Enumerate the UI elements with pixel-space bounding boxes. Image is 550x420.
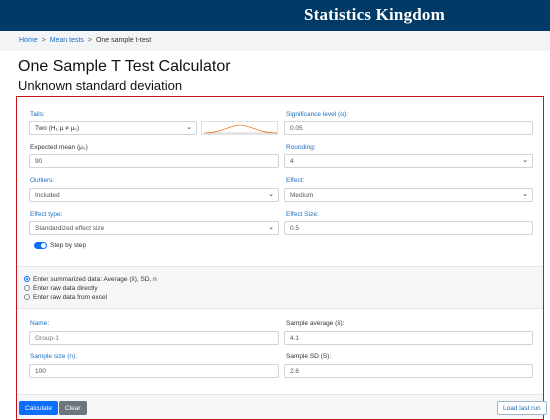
tails-value: Two (H₁:μ ≠ μ₀) (35, 125, 80, 132)
breadcrumb-current: One sample t-test (95, 37, 152, 44)
breadcrumb-separator: > (87, 37, 92, 44)
breadcrumb-mean-tests-link[interactable]: Mean tests (50, 37, 84, 44)
radio-excel-label: Enter raw data from excel (33, 294, 108, 301)
outliers-value: Included (35, 192, 60, 199)
effect-value: Medium (290, 192, 314, 199)
step-by-step-toggle[interactable] (34, 242, 47, 249)
radio-checked-icon (24, 276, 30, 282)
sample-sd-label: Sample SD (S): (286, 353, 332, 360)
rounding-value: 4 (290, 158, 294, 165)
tails-select[interactable]: Two (H₁:μ ≠ μ₀) ⌄ (29, 121, 197, 135)
action-band (17, 395, 543, 419)
sample-size-label: Sample size (n): (30, 353, 77, 360)
chevron-down-icon: ⌄ (186, 124, 192, 131)
clear-button[interactable]: Clear (59, 401, 87, 415)
effect-size-label: Effect Size: (286, 211, 319, 218)
breadcrumb: Home > Mean tests > One sample t-test (19, 37, 151, 44)
outliers-label: Outliers: (30, 177, 55, 184)
sample-size-input[interactable]: 100 (29, 364, 279, 378)
page-subtitle: Unknown standard deviation (18, 78, 183, 93)
sample-average-value: 4.1 (290, 335, 300, 342)
site-title[interactable]: Statistics Kingdom (304, 5, 445, 25)
effect-select[interactable]: Medium ⌄ (284, 188, 533, 202)
sample-average-input[interactable]: 4.1 (284, 331, 533, 345)
expected-mean-input[interactable]: 90 (29, 154, 279, 168)
expected-mean-label: Expected mean (μ₀) (30, 144, 88, 151)
effect-type-select[interactable]: Standardized effect size ⌄ (29, 221, 279, 235)
significance-input[interactable]: 0.05 (284, 121, 533, 135)
distribution-curve-icon (201, 121, 278, 135)
effect-size-input[interactable]: 0.5 (284, 221, 533, 235)
chevron-down-icon: ⌄ (268, 224, 274, 231)
sample-average-label: Sample average (x̄): (286, 320, 345, 327)
significance-label: Significance level (α): (286, 111, 348, 118)
calculate-button[interactable]: Calculate (19, 401, 59, 415)
section-divider (17, 308, 543, 309)
radio-summarized-label: Enter summarized data: Average (x̄), SD,… (33, 276, 157, 283)
chevron-down-icon: ⌄ (522, 191, 528, 198)
sample-sd-value: 2.6 (290, 368, 300, 375)
radio-summarized-data[interactable]: Enter summarized data: Average (x̄), SD,… (24, 276, 157, 283)
outliers-select[interactable]: Included ⌄ (29, 188, 279, 202)
radio-unchecked-icon (24, 294, 30, 300)
sample-size-value: 100 (35, 368, 46, 375)
rounding-select[interactable]: 4 ⌄ (284, 154, 533, 168)
site-header: Statistics Kingdom (0, 0, 550, 31)
significance-value: 0.05 (290, 125, 303, 132)
toggle-knob (41, 243, 46, 248)
effect-type-value: Standardized effect size (35, 225, 105, 232)
radio-raw-label: Enter raw data directly (33, 285, 98, 292)
group-name-input[interactable] (29, 331, 279, 345)
sample-sd-input[interactable]: 2.6 (284, 364, 533, 378)
tails-label: Tails: (30, 111, 45, 118)
breadcrumb-separator: > (41, 37, 46, 44)
radio-unchecked-icon (24, 285, 30, 291)
page-title: One Sample T Test Calculator (18, 58, 231, 75)
rounding-label: Rounding: (286, 144, 316, 151)
effect-label: Effect: (286, 177, 305, 184)
radio-excel-data[interactable]: Enter raw data from excel (24, 294, 107, 301)
effect-type-label: Effect type: (30, 211, 63, 218)
step-by-step-label: Step by step (50, 242, 87, 249)
chevron-down-icon: ⌄ (268, 191, 274, 198)
load-last-run-button[interactable]: Load last run (497, 401, 547, 415)
name-label: Name: (30, 320, 50, 327)
radio-raw-data[interactable]: Enter raw data directly (24, 285, 98, 292)
expected-mean-value: 90 (35, 158, 43, 165)
chevron-down-icon: ⌄ (522, 157, 528, 164)
effect-size-value: 0.5 (290, 225, 300, 232)
breadcrumb-home-link[interactable]: Home (19, 37, 38, 44)
